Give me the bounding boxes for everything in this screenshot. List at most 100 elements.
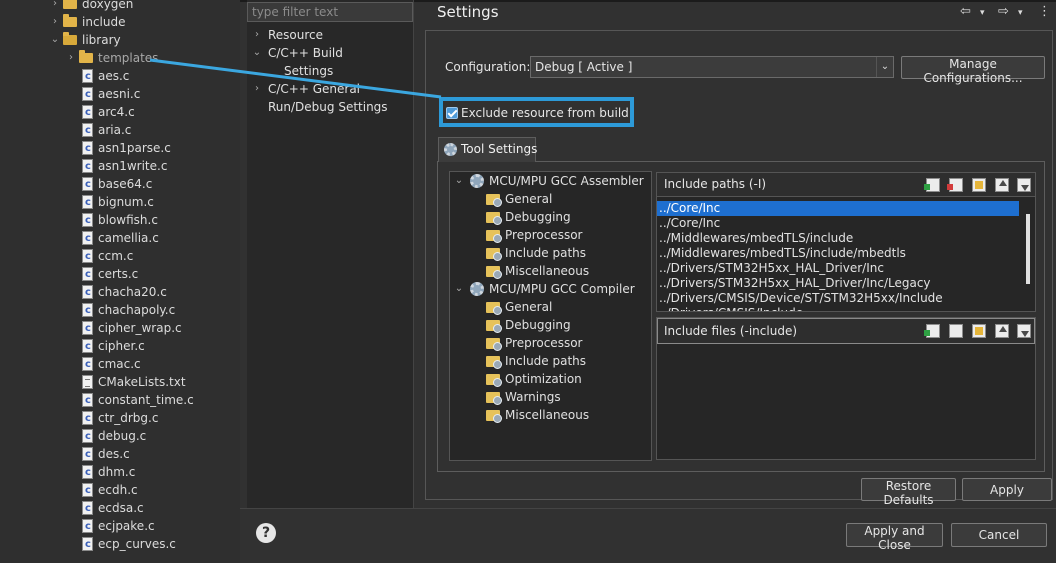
chevron-right-icon[interactable]: ›: [50, 13, 60, 31]
apply-and-close-button[interactable]: Apply and Close: [846, 523, 943, 552]
move-up-icon[interactable]: [995, 178, 1009, 192]
tree-file[interactable]: bignum.c: [0, 193, 240, 212]
tree-file[interactable]: aesni.c: [0, 85, 240, 104]
include-path-item[interactable]: ../Core/Inc: [657, 201, 1019, 216]
tree-file[interactable]: des.c: [0, 445, 240, 464]
exclude-from-build-label[interactable]: Exclude resource from build: [461, 106, 629, 120]
back-menu-chevron-icon[interactable]: ▾: [980, 8, 985, 18]
exclude-from-build-checkbox[interactable]: [446, 107, 458, 119]
tree-file[interactable]: ctr_drbg.c: [0, 409, 240, 428]
view-menu-icon[interactable]: ⋮: [1038, 4, 1051, 19]
apply-button[interactable]: Apply: [962, 478, 1052, 501]
move-file-up-icon[interactable]: [995, 324, 1009, 338]
tree-file[interactable]: ecp_curves.c: [0, 535, 240, 554]
edit-path-icon[interactable]: [972, 178, 986, 192]
tree-file[interactable]: asn1write.c: [0, 157, 240, 176]
folder-icon: [63, 32, 77, 45]
gear-icon: [470, 174, 484, 188]
include-path-item[interactable]: ../Middlewares/mbedTLS/include/mbedtls: [657, 246, 1023, 261]
cancel-button[interactable]: Cancel: [951, 523, 1047, 547]
add-path-icon[interactable]: [924, 178, 940, 192]
forward-arrow-icon[interactable]: ⇨: [998, 4, 1009, 19]
tree-file[interactable]: base64.c: [0, 175, 240, 194]
tool-option-label: Include paths: [505, 354, 587, 368]
add-file-icon[interactable]: [924, 324, 940, 338]
back-arrow-icon[interactable]: ⇦: [960, 4, 971, 19]
folder-gear-icon: [486, 194, 502, 207]
include-path-item[interactable]: ../Drivers/STM32H5xx_HAL_Driver/Inc/Lega…: [657, 276, 1023, 291]
tree-item-label: aesni.c: [98, 87, 141, 101]
c-file-icon: [82, 284, 93, 302]
tree-file[interactable]: constant_time.c: [0, 391, 240, 410]
tab-tool-settings-label[interactable]: Tool Settings: [461, 142, 537, 156]
tree-file[interactable]: ecdsa.c: [0, 499, 240, 518]
tree-file[interactable]: aria.c: [0, 121, 240, 140]
tree-item-label: ecdh.c: [98, 483, 138, 497]
project-explorer: › doxygen › include ⌄ library › templates aes.c a…: [0, 0, 240, 563]
folder-gear-icon: [486, 302, 502, 315]
c-file-icon: [82, 230, 93, 248]
include-path-item[interactable]: ../Drivers/STM32H5xx_HAL_Driver/Inc: [657, 261, 1023, 276]
configuration-select[interactable]: Debug [ Active ]: [530, 56, 894, 78]
tree-file[interactable]: chachapoly.c: [0, 301, 240, 320]
tree-file[interactable]: certs.c: [0, 265, 240, 284]
chevron-down-icon[interactable]: ⌄: [50, 31, 60, 49]
tree-file[interactable]: cipher_wrap.c: [0, 319, 240, 338]
tree-file[interactable]: chacha20.c: [0, 283, 240, 302]
include-files-title: Include files (-include): [664, 324, 798, 338]
c-file-icon: [82, 536, 93, 554]
folder-gear-icon: [486, 320, 502, 333]
move-file-down-icon[interactable]: [1017, 324, 1031, 338]
tree-file[interactable]: CMakeLists.txt: [0, 373, 240, 391]
tree-item-label: debug.c: [98, 429, 147, 443]
tree-file[interactable]: camellia.c: [0, 229, 240, 248]
tree-file[interactable]: ecdh.c: [0, 481, 240, 500]
tree-file[interactable]: debug.c: [0, 427, 240, 446]
tree-folder[interactable]: ⌄ library: [0, 31, 240, 49]
tree-item-label: include: [82, 15, 126, 29]
c-file-icon: [82, 500, 93, 518]
include-path-item[interactable]: ../Drivers/CMSIS/Include: [657, 306, 1023, 311]
chevron-right-icon[interactable]: ›: [66, 49, 76, 67]
c-file-icon: [82, 302, 93, 320]
folder-gear-icon: [486, 338, 502, 351]
chevron-right-icon[interactable]: ›: [252, 26, 262, 44]
tree-file[interactable]: ecjpake.c: [0, 517, 240, 536]
tree-file[interactable]: dhm.c: [0, 463, 240, 482]
chevron-down-icon[interactable]: ⌄: [454, 172, 464, 190]
chevron-down-icon[interactable]: ⌄: [876, 57, 893, 77]
tree-file[interactable]: cmac.c: [0, 355, 240, 374]
include-path-item[interactable]: ../Drivers/CMSIS/Device/ST/STM32H5xx/Inc…: [657, 291, 1023, 306]
tree-folder[interactable]: › templates: [0, 49, 240, 67]
chevron-down-icon[interactable]: ⌄: [252, 44, 262, 62]
nav-item-label: Resource: [268, 28, 324, 42]
delete-path-icon[interactable]: [947, 178, 963, 192]
forward-menu-chevron-icon[interactable]: ▾: [1018, 8, 1023, 18]
tree-file[interactable]: arc4.c: [0, 103, 240, 122]
chevron-right-icon[interactable]: ›: [252, 80, 262, 98]
chevron-right-icon[interactable]: ›: [50, 0, 60, 13]
tree-file[interactable]: cipher.c: [0, 337, 240, 356]
tree-file[interactable]: aes.c: [0, 67, 240, 86]
filter-input[interactable]: type filter text: [247, 2, 413, 22]
include-path-item[interactable]: ../Core/Inc: [657, 216, 1023, 231]
tree-file[interactable]: blowfish.c: [0, 211, 240, 230]
restore-defaults-button[interactable]: Restore Defaults: [861, 478, 956, 507]
tree-file[interactable]: asn1parse.c: [0, 139, 240, 158]
nav-item-label: Settings: [284, 64, 334, 78]
chevron-down-icon[interactable]: ⌄: [454, 280, 464, 298]
edit-file-icon[interactable]: [972, 324, 986, 338]
include-path-item[interactable]: ../Middlewares/mbedTLS/include: [657, 231, 1023, 246]
tree-folder[interactable]: › include: [0, 13, 240, 31]
move-down-icon[interactable]: [1017, 178, 1031, 192]
include-paths-list[interactable]: ../Core/Inc ../Core/Inc ../Middlewares/mbe…: [657, 199, 1035, 311]
tree-item-label: aria.c: [98, 123, 132, 137]
help-icon[interactable]: ?: [256, 523, 276, 543]
include-paths-scrollbar[interactable]: [1026, 214, 1030, 284]
delete-file-icon[interactable]: [949, 324, 963, 338]
c-file-icon: [82, 248, 93, 266]
tree-folder[interactable]: › doxygen: [0, 0, 240, 13]
manage-configurations-button[interactable]: Manage Configurations...: [901, 56, 1045, 85]
tree-file[interactable]: ccm.c: [0, 247, 240, 266]
tree-item-label: dhm.c: [98, 465, 136, 479]
